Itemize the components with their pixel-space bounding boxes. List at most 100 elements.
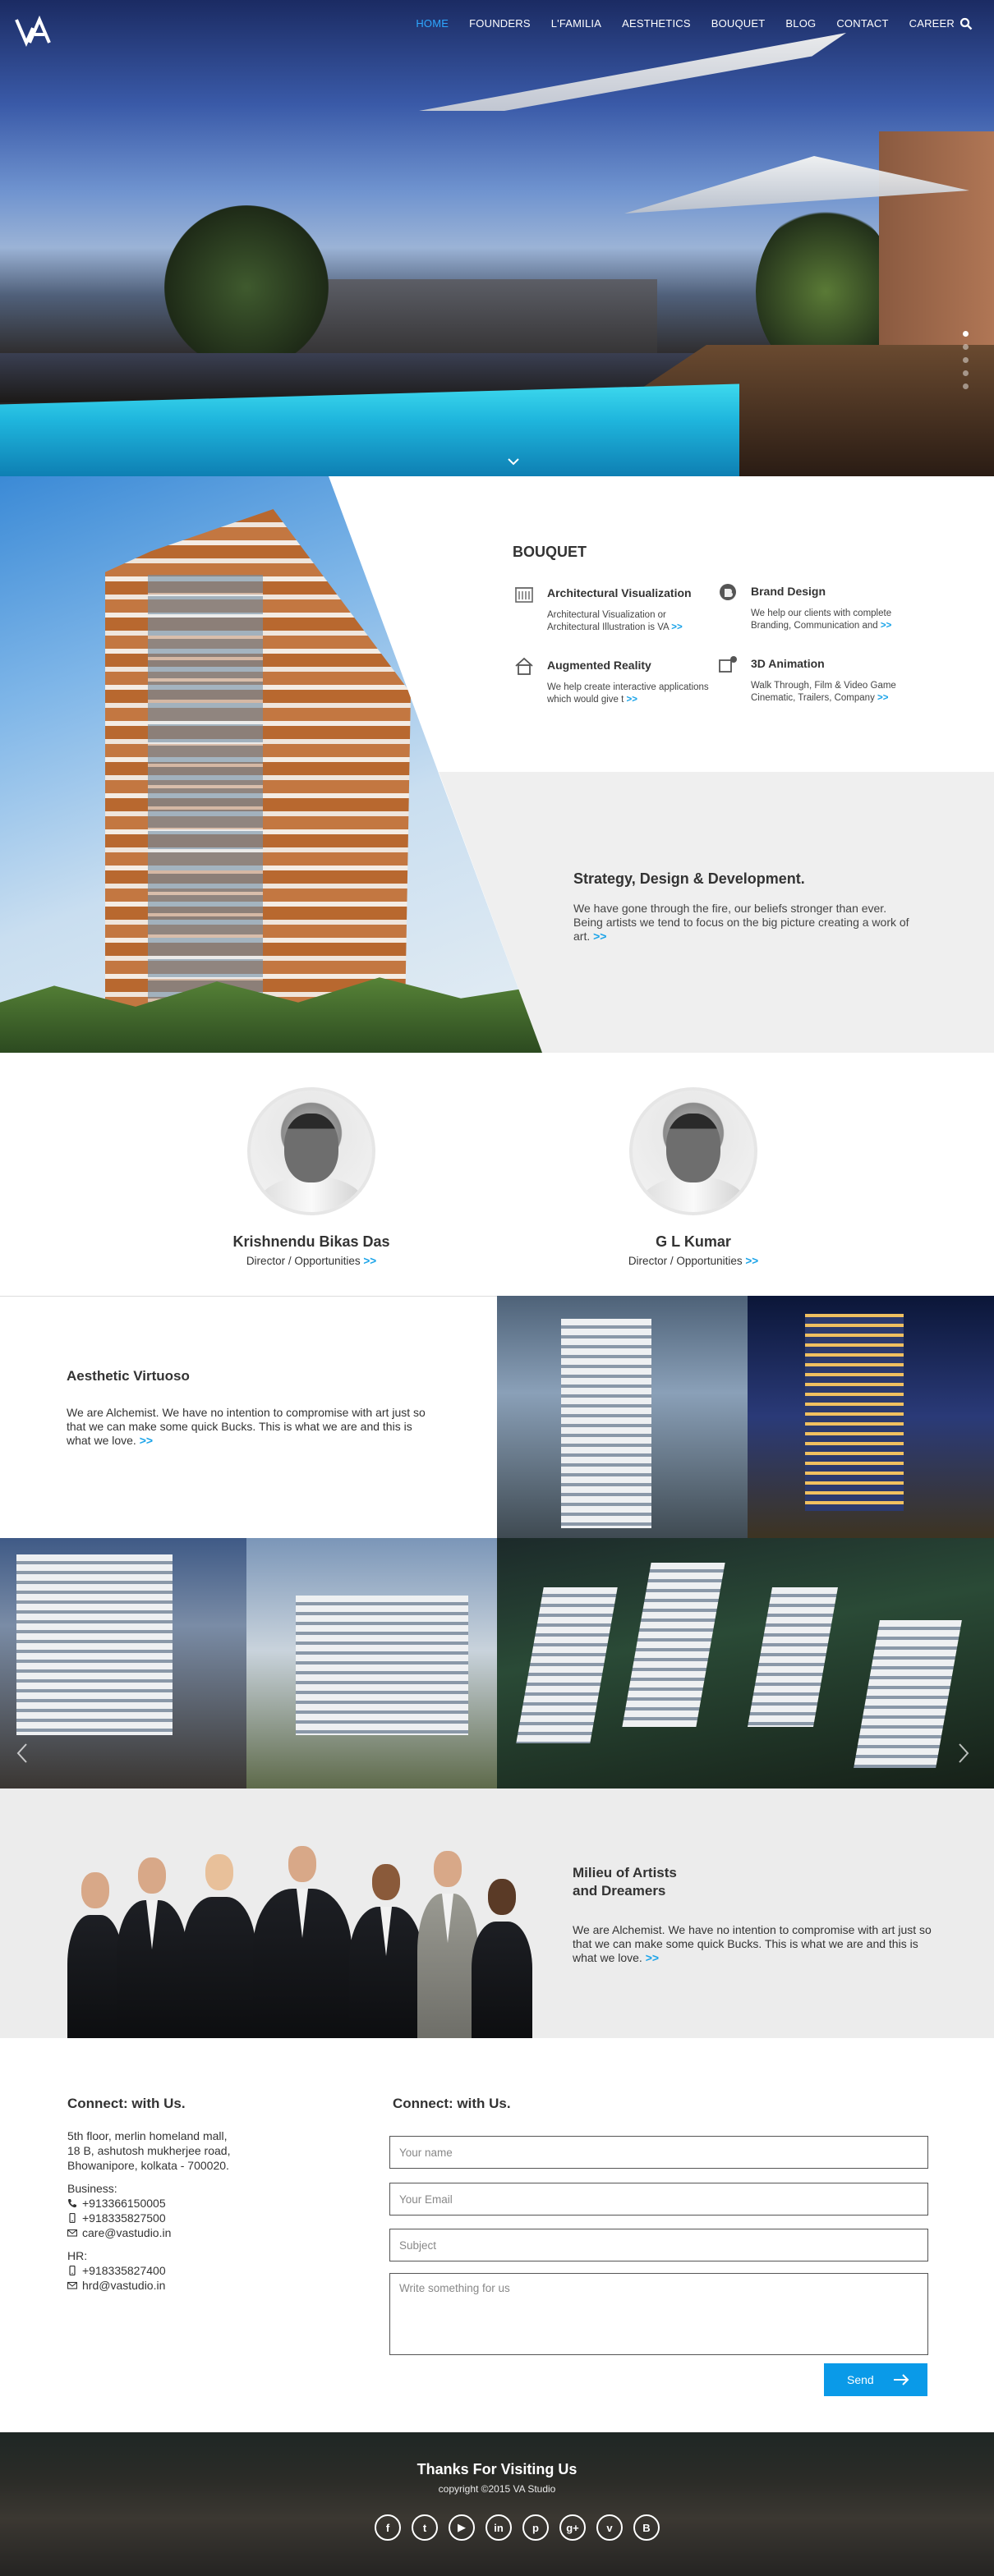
chevron-left-icon[interactable] — [16, 1743, 28, 1764]
message-field[interactable] — [389, 2273, 928, 2355]
slider-dot[interactable] — [963, 344, 969, 350]
facebook-icon[interactable]: f — [375, 2514, 401, 2541]
gallery-image[interactable] — [0, 1538, 246, 1789]
vimeo-icon[interactable]: v — [596, 2514, 623, 2541]
hr-email[interactable]: hrd@vastudio.in — [67, 2278, 314, 2293]
name-field[interactable] — [389, 2136, 928, 2169]
linkedin-icon[interactable]: in — [485, 2514, 512, 2541]
slider-dot[interactable] — [963, 383, 969, 389]
arrow-right-icon — [894, 2374, 909, 2385]
business-email[interactable]: care@vastudio.in — [67, 2225, 314, 2240]
subject-field[interactable] — [389, 2229, 928, 2261]
gallery-image[interactable] — [497, 1296, 748, 1538]
contact-form-title: Connect: with Us. — [393, 2096, 511, 2111]
read-more-link[interactable]: >> — [881, 621, 891, 631]
read-more-link[interactable]: >> — [593, 930, 606, 943]
avatar — [247, 1087, 375, 1215]
slider-dots — [963, 331, 969, 389]
gallery-image[interactable] — [497, 1538, 994, 1789]
gallery-building — [296, 1596, 468, 1735]
footer: Thanks For Visiting Us copyright ©2015 V… — [0, 2432, 994, 2576]
team-person-shirt — [146, 1900, 158, 1949]
read-more-link[interactable]: >> — [745, 1255, 758, 1267]
aesthetics-text: We are Alchemist. We have no intention t… — [67, 1406, 426, 1447]
social-links: f t ▶ in p g+ v B — [375, 2514, 660, 2541]
founder-name: Krishnendu Bikas Das — [232, 1233, 390, 1250]
gallery-image[interactable] — [246, 1538, 497, 1789]
slider-dot[interactable] — [963, 370, 969, 376]
team-person — [67, 1872, 123, 2038]
service-title: 3D Animation — [751, 657, 825, 670]
contact-title: Connect: with Us. — [67, 2096, 186, 2111]
youtube-icon[interactable]: ▶ — [449, 2514, 475, 2541]
pinterest-icon[interactable]: p — [522, 2514, 549, 2541]
read-more-link[interactable]: >> — [671, 622, 682, 632]
nav-lfamilia[interactable]: L'FAMILIA — [551, 17, 601, 30]
gallery-building — [622, 1563, 725, 1727]
mobile-icon — [69, 2266, 76, 2275]
service-title: Architectural Visualization — [547, 586, 692, 599]
bouquet-section: BOUQUET Architectural Visualization Arch… — [0, 476, 994, 1053]
service-3d-animation: 3D Animation Walk Through, Film & Video … — [718, 655, 915, 705]
nav-home[interactable]: HOME — [416, 17, 449, 30]
gallery-image[interactable] — [748, 1296, 994, 1538]
nav-blog[interactable]: BLOG — [785, 17, 816, 30]
service-text: We help create interactive applications … — [547, 682, 709, 705]
nav-career[interactable]: CAREER — [909, 17, 955, 30]
founder-card: Krishnendu Bikas Das Director / Opportun… — [188, 1087, 435, 1267]
nav-founders[interactable]: FOUNDERS — [469, 17, 531, 30]
chevron-right-icon[interactable] — [958, 1743, 969, 1764]
read-more-link[interactable]: >> — [627, 695, 637, 705]
slider-dot[interactable] — [963, 357, 969, 363]
read-more-link[interactable]: >> — [140, 1434, 153, 1447]
read-more-link[interactable]: >> — [646, 1951, 659, 1964]
nav-aesthetics[interactable]: AESTHETICS — [622, 17, 691, 30]
search-icon[interactable] — [959, 17, 973, 30]
avatar — [629, 1087, 757, 1215]
business-phone[interactable]: +913366150005 — [67, 2196, 314, 2211]
hero-wall — [879, 131, 994, 378]
founder-role: Director / Opportunities >> — [628, 1255, 759, 1267]
nav-bouquet[interactable]: BOUQUET — [711, 17, 766, 30]
send-label: Send — [847, 2373, 874, 2386]
brand-icon — [720, 584, 736, 600]
googleplus-icon[interactable]: g+ — [559, 2514, 586, 2541]
email-field[interactable] — [389, 2183, 928, 2216]
team-person — [117, 1857, 187, 2038]
team-person — [253, 1846, 352, 2038]
read-more-link[interactable]: >> — [877, 693, 888, 703]
va-logo[interactable] — [15, 15, 53, 48]
service-text: Architectural Visualization or Architect… — [547, 610, 683, 632]
milieu-title: Milieu of Artists and Dreamers — [573, 1865, 677, 1899]
founders-section: Krishnendu Bikas Das Director / Opportun… — [0, 1053, 994, 1296]
hero-slider: HOME FOUNDERS L'FAMILIA AESTHETICS BOUQU… — [0, 0, 994, 476]
mobile-icon — [69, 2213, 76, 2223]
chevron-down-icon[interactable] — [507, 457, 520, 466]
gallery-building — [854, 1620, 962, 1768]
team-person — [472, 1879, 532, 2038]
team-person-face — [488, 1879, 516, 1915]
slider-dot[interactable] — [963, 331, 969, 337]
strategy-text: We have gone through the fire, our belie… — [573, 902, 909, 943]
address-line: 5th floor, merlin homeland mall, — [67, 2129, 228, 2142]
hero-tree — [164, 205, 329, 370]
address-line: 18 B, ashutosh mukherjee road, — [67, 2144, 231, 2157]
contact-info: 5th floor, merlin homeland mall, 18 B, a… — [67, 2128, 314, 2293]
team-person — [182, 1854, 256, 2038]
service-text: We help our clients with complete Brandi… — [751, 608, 892, 631]
aesthetics-title: Aesthetic Virtuoso — [67, 1368, 190, 1384]
gallery-building — [805, 1314, 904, 1511]
business-mobile[interactable]: +918335827500 — [67, 2211, 314, 2225]
send-button[interactable]: Send — [824, 2363, 927, 2396]
avatar-head — [284, 1114, 338, 1182]
hr-mobile[interactable]: +918335827400 — [67, 2263, 314, 2278]
blogger-icon[interactable]: B — [633, 2514, 660, 2541]
founder-name: G L Kumar — [656, 1233, 731, 1250]
team-person-face — [138, 1857, 166, 1894]
read-more-link[interactable]: >> — [363, 1255, 376, 1267]
team-person — [349, 1864, 423, 2038]
nav-contact[interactable]: CONTACT — [836, 17, 888, 30]
twitter-icon[interactable]: t — [412, 2514, 438, 2541]
mail-icon — [67, 2229, 77, 2237]
team-person-face — [434, 1851, 462, 1887]
